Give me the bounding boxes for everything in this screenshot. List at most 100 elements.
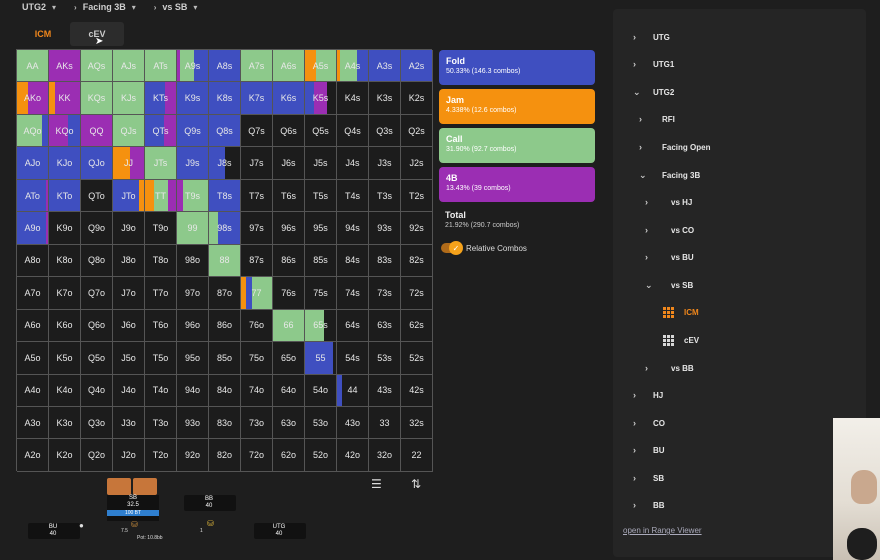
hand-cell[interactable]: K9s <box>177 82 209 115</box>
hand-cell[interactable]: 96o <box>177 309 209 343</box>
hand-cell[interactable]: AJo <box>17 147 49 180</box>
hand-cell[interactable]: KTo <box>49 179 81 213</box>
tree-item[interactable]: ⌄ vs SB <box>645 280 693 291</box>
hand-cell[interactable]: QTs <box>145 114 177 148</box>
hand-cell[interactable]: 92o <box>177 439 209 472</box>
tree-item[interactable]: ICM <box>663 307 699 318</box>
hand-cell[interactable]: 77 <box>241 277 273 310</box>
hand-cell[interactable]: J2s <box>401 147 433 180</box>
hand-cell[interactable]: A2s <box>401 50 433 83</box>
seat-bb[interactable]: BB 40 <box>184 495 236 511</box>
hand-cell[interactable]: 96s <box>273 212 305 245</box>
tab-icm[interactable]: ICM <box>16 22 70 46</box>
hand-cell[interactable]: 42o <box>337 439 369 472</box>
hand-cell[interactable]: 43s <box>369 374 401 407</box>
hand-cell[interactable]: 94o <box>177 374 209 407</box>
sort-icon[interactable]: ⇅ <box>411 477 421 491</box>
hand-cell[interactable]: J4o <box>113 374 145 407</box>
hand-cell[interactable]: 64s <box>337 309 369 343</box>
breadcrumb-item-utg2[interactable]: UTG2 ▾ <box>22 2 56 12</box>
hand-cell[interactable]: J3s <box>369 147 401 180</box>
hand-cell[interactable]: A9o <box>17 212 49 245</box>
toggle-switch[interactable]: ✓ <box>441 241 463 255</box>
hand-cell[interactable]: K7s <box>241 82 273 115</box>
hand-cell[interactable]: K6o <box>49 309 81 343</box>
hand-cell[interactable]: Q5s <box>305 114 337 148</box>
hand-cell[interactable]: A6s <box>273 50 305 83</box>
hand-cell[interactable]: 76o <box>241 309 273 343</box>
hand-cell[interactable]: K9o <box>49 212 81 245</box>
hand-cell[interactable]: T2o <box>145 439 177 472</box>
hand-cell[interactable]: T3o <box>145 406 177 440</box>
hand-cell[interactable]: J5s <box>305 147 337 180</box>
hand-cell[interactable]: 88 <box>209 244 241 278</box>
hand-cell[interactable]: A5o <box>17 342 49 375</box>
tree-item[interactable]: ⌄ UTG2 <box>633 87 674 98</box>
hand-cell[interactable]: 98o <box>177 244 209 278</box>
hand-cell[interactable]: J7o <box>113 277 145 310</box>
hand-cell[interactable]: A7o <box>17 277 49 310</box>
hand-cell[interactable]: JTs <box>145 147 177 180</box>
hand-cell[interactable]: 33 <box>369 406 401 440</box>
hand-cell[interactable]: AA <box>17 50 49 83</box>
hand-cell[interactable]: 87o <box>209 277 241 310</box>
hand-cell[interactable]: J6s <box>273 147 305 180</box>
hand-cell[interactable]: QJs <box>113 114 145 148</box>
hand-cell[interactable]: T8o <box>145 244 177 278</box>
hand-cell[interactable]: Q4s <box>337 114 369 148</box>
hand-cell[interactable]: T4o <box>145 374 177 407</box>
hand-cell[interactable]: ATs <box>145 50 177 83</box>
hand-cell[interactable]: Q7o <box>81 277 113 310</box>
hand-cell[interactable]: J3o <box>113 406 145 440</box>
hand-cell[interactable]: 53s <box>369 342 401 375</box>
hand-cell[interactable]: 98s <box>209 212 241 245</box>
hand-cell[interactable]: Q8s <box>209 114 241 148</box>
hand-cell[interactable]: K6s <box>273 82 305 115</box>
hand-cell[interactable]: KJo <box>49 147 81 180</box>
breadcrumb-item-facing-3b[interactable]: › Facing 3B ▾ <box>74 2 136 12</box>
hand-cell[interactable]: K4o <box>49 374 81 407</box>
tree-item[interactable]: › vs BU <box>645 252 694 262</box>
hand-cell[interactable]: AQs <box>81 50 113 83</box>
seat-bu[interactable]: BU 40 <box>28 523 80 539</box>
hand-cell[interactable]: J9o <box>113 212 145 245</box>
tree-item[interactable]: › UTG1 <box>633 59 674 69</box>
hand-cell[interactable]: 72s <box>401 277 433 310</box>
hand-cell[interactable]: 95o <box>177 342 209 375</box>
hand-cell[interactable]: 85s <box>305 244 337 278</box>
hand-cell[interactable]: Q9o <box>81 212 113 245</box>
hand-cell[interactable]: Q2s <box>401 114 433 148</box>
hand-cell[interactable]: 32o <box>369 439 401 472</box>
hand-cell[interactable]: 63o <box>273 406 305 440</box>
hand-cell[interactable]: AQo <box>17 114 49 148</box>
relative-combos-toggle[interactable]: ✓ Relative Combos <box>439 241 595 255</box>
hand-cell[interactable]: 82s <box>401 244 433 278</box>
hand-cell[interactable]: J7s <box>241 147 273 180</box>
hand-cell[interactable]: KTs <box>145 82 177 115</box>
hand-cell[interactable]: A3s <box>369 50 401 83</box>
hand-cell[interactable]: T7s <box>241 179 273 213</box>
tree-item[interactable]: › RFI <box>639 114 675 124</box>
hand-cell[interactable]: 76s <box>273 277 305 310</box>
hand-cell[interactable]: K8s <box>209 82 241 115</box>
hand-cell[interactable]: QQ <box>81 114 113 148</box>
legend-call[interactable]: Call 31.90% (92.7 combos) <box>439 128 595 163</box>
seat-sb[interactable]: SB 32.5 100 BT <box>107 495 159 521</box>
legend-4b[interactable]: 4B 13.43% (39 combos) <box>439 167 595 202</box>
hand-cell[interactable]: K3o <box>49 406 81 440</box>
hand-cell[interactable]: 32s <box>401 406 433 440</box>
hand-cell[interactable]: QJo <box>81 147 113 180</box>
hand-cell[interactable]: 93o <box>177 406 209 440</box>
hand-cell[interactable]: 82o <box>209 439 241 472</box>
hand-cell[interactable]: Q3o <box>81 406 113 440</box>
hand-cell[interactable]: 94s <box>337 212 369 245</box>
tree-item[interactable]: ⌄ Facing 3B <box>639 170 700 181</box>
hand-cell[interactable]: Q7s <box>241 114 273 148</box>
hand-cell[interactable]: 99 <box>177 212 209 245</box>
hand-cell[interactable]: A6o <box>17 309 49 343</box>
hand-cell[interactable]: 85o <box>209 342 241 375</box>
hand-cell[interactable]: 97s <box>241 212 273 245</box>
hand-cell[interactable]: T8s <box>209 179 241 213</box>
hand-cell[interactable]: 92s <box>401 212 433 245</box>
hand-cell[interactable]: 75s <box>305 277 337 310</box>
